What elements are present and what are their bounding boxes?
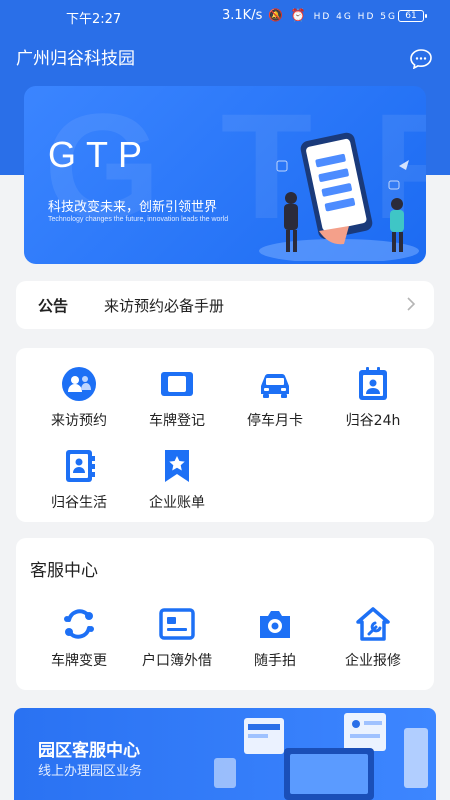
notice-label: 公告 [38, 297, 69, 315]
service-label: 车牌登记 [149, 413, 205, 429]
banner-slogan: 科技改变未来，创新引领世界 [48, 200, 218, 215]
service-label: 随手拍 [254, 653, 296, 669]
status-time: 下午2:27 [66, 12, 122, 27]
customer-service-panel: 客服中心 车牌变更 户口簿外借 随手拍 企业报修 [16, 538, 434, 690]
service-label: 企业账单 [149, 495, 205, 511]
status-icons: 🔕 ⏰ HD 4G HD 5G [268, 8, 397, 22]
car-icon [261, 374, 289, 398]
page-title: 广州归谷科技园 [16, 49, 135, 69]
notice-bar[interactable]: 公告 来访预约必备手册 [16, 281, 434, 329]
service-label: 归谷生活 [51, 495, 107, 511]
status-network-speed: 3.1K/s [222, 8, 263, 23]
house-repair-icon [356, 607, 390, 641]
chevron-right-icon [407, 297, 416, 311]
service-label: 来访预约 [51, 413, 107, 429]
notice-text: 来访预约必备手册 [104, 297, 225, 315]
cs-plate-change[interactable]: 车牌变更 [34, 606, 124, 676]
bookmark-star-icon [165, 450, 189, 482]
service-label: 停车月卡 [247, 413, 303, 429]
battery-icon: 61 [398, 10, 427, 22]
service-label: 归谷24h [345, 413, 401, 429]
contacts-book-icon [66, 450, 95, 482]
service-label: 企业报修 [345, 653, 401, 669]
banner-slogan-en: Technology changes the future, innovatio… [48, 216, 229, 223]
service-life[interactable]: 归谷生活 [34, 448, 124, 518]
banner-illustration [259, 132, 419, 261]
promo-illustration [214, 713, 428, 800]
signal-icon: HD 4G HD 5G [313, 12, 397, 22]
service-parking-card[interactable]: 停车月卡 [230, 366, 320, 436]
customer-service-heading: 客服中心 [30, 561, 98, 581]
cs-enterprise-repair[interactable]: 企业报修 [328, 606, 418, 676]
banner-brand: GTP [48, 134, 153, 175]
service-label: 户口簿外借 [142, 653, 212, 669]
calendar-badge-icon [359, 367, 387, 400]
visitor-icon [62, 367, 96, 401]
alarm-icon: ⏰ [290, 8, 308, 22]
promo-subtitle: 线上办理园区业务 [38, 764, 143, 779]
services-panel: 来访预约 车牌登记 停车月卡 归谷24h 归谷生活 企业账单 [16, 348, 434, 522]
camera-icon [260, 611, 290, 638]
promo-title: 园区客服中心 [38, 741, 140, 761]
message-icon[interactable] [410, 49, 432, 69]
cs-snapshot[interactable]: 随手拍 [230, 606, 320, 676]
id-card-icon [159, 608, 195, 640]
banner[interactable]: GTP GTP 科技改变未来，创新引领世界 Technology changes… [24, 86, 426, 264]
service-enterprise-bill[interactable]: 企业账单 [132, 448, 222, 518]
service-24h[interactable]: 归谷24h [328, 366, 418, 436]
status-bar: 下午2:27 3.1K/s 🔕 ⏰ HD 4G HD 5G 61 [0, 0, 450, 30]
mute-icon: 🔕 [268, 8, 285, 22]
promo-banner[interactable]: 园区客服中心 线上办理园区业务 [14, 708, 436, 800]
service-plate-registration[interactable]: 车牌登记 [132, 366, 222, 436]
service-visitor-booking[interactable]: 来访预约 [34, 366, 124, 436]
plate-icon [161, 372, 193, 396]
exchange-icon [64, 609, 94, 639]
cs-household-register[interactable]: 户口簿外借 [132, 606, 222, 676]
service-label: 车牌变更 [51, 653, 107, 669]
